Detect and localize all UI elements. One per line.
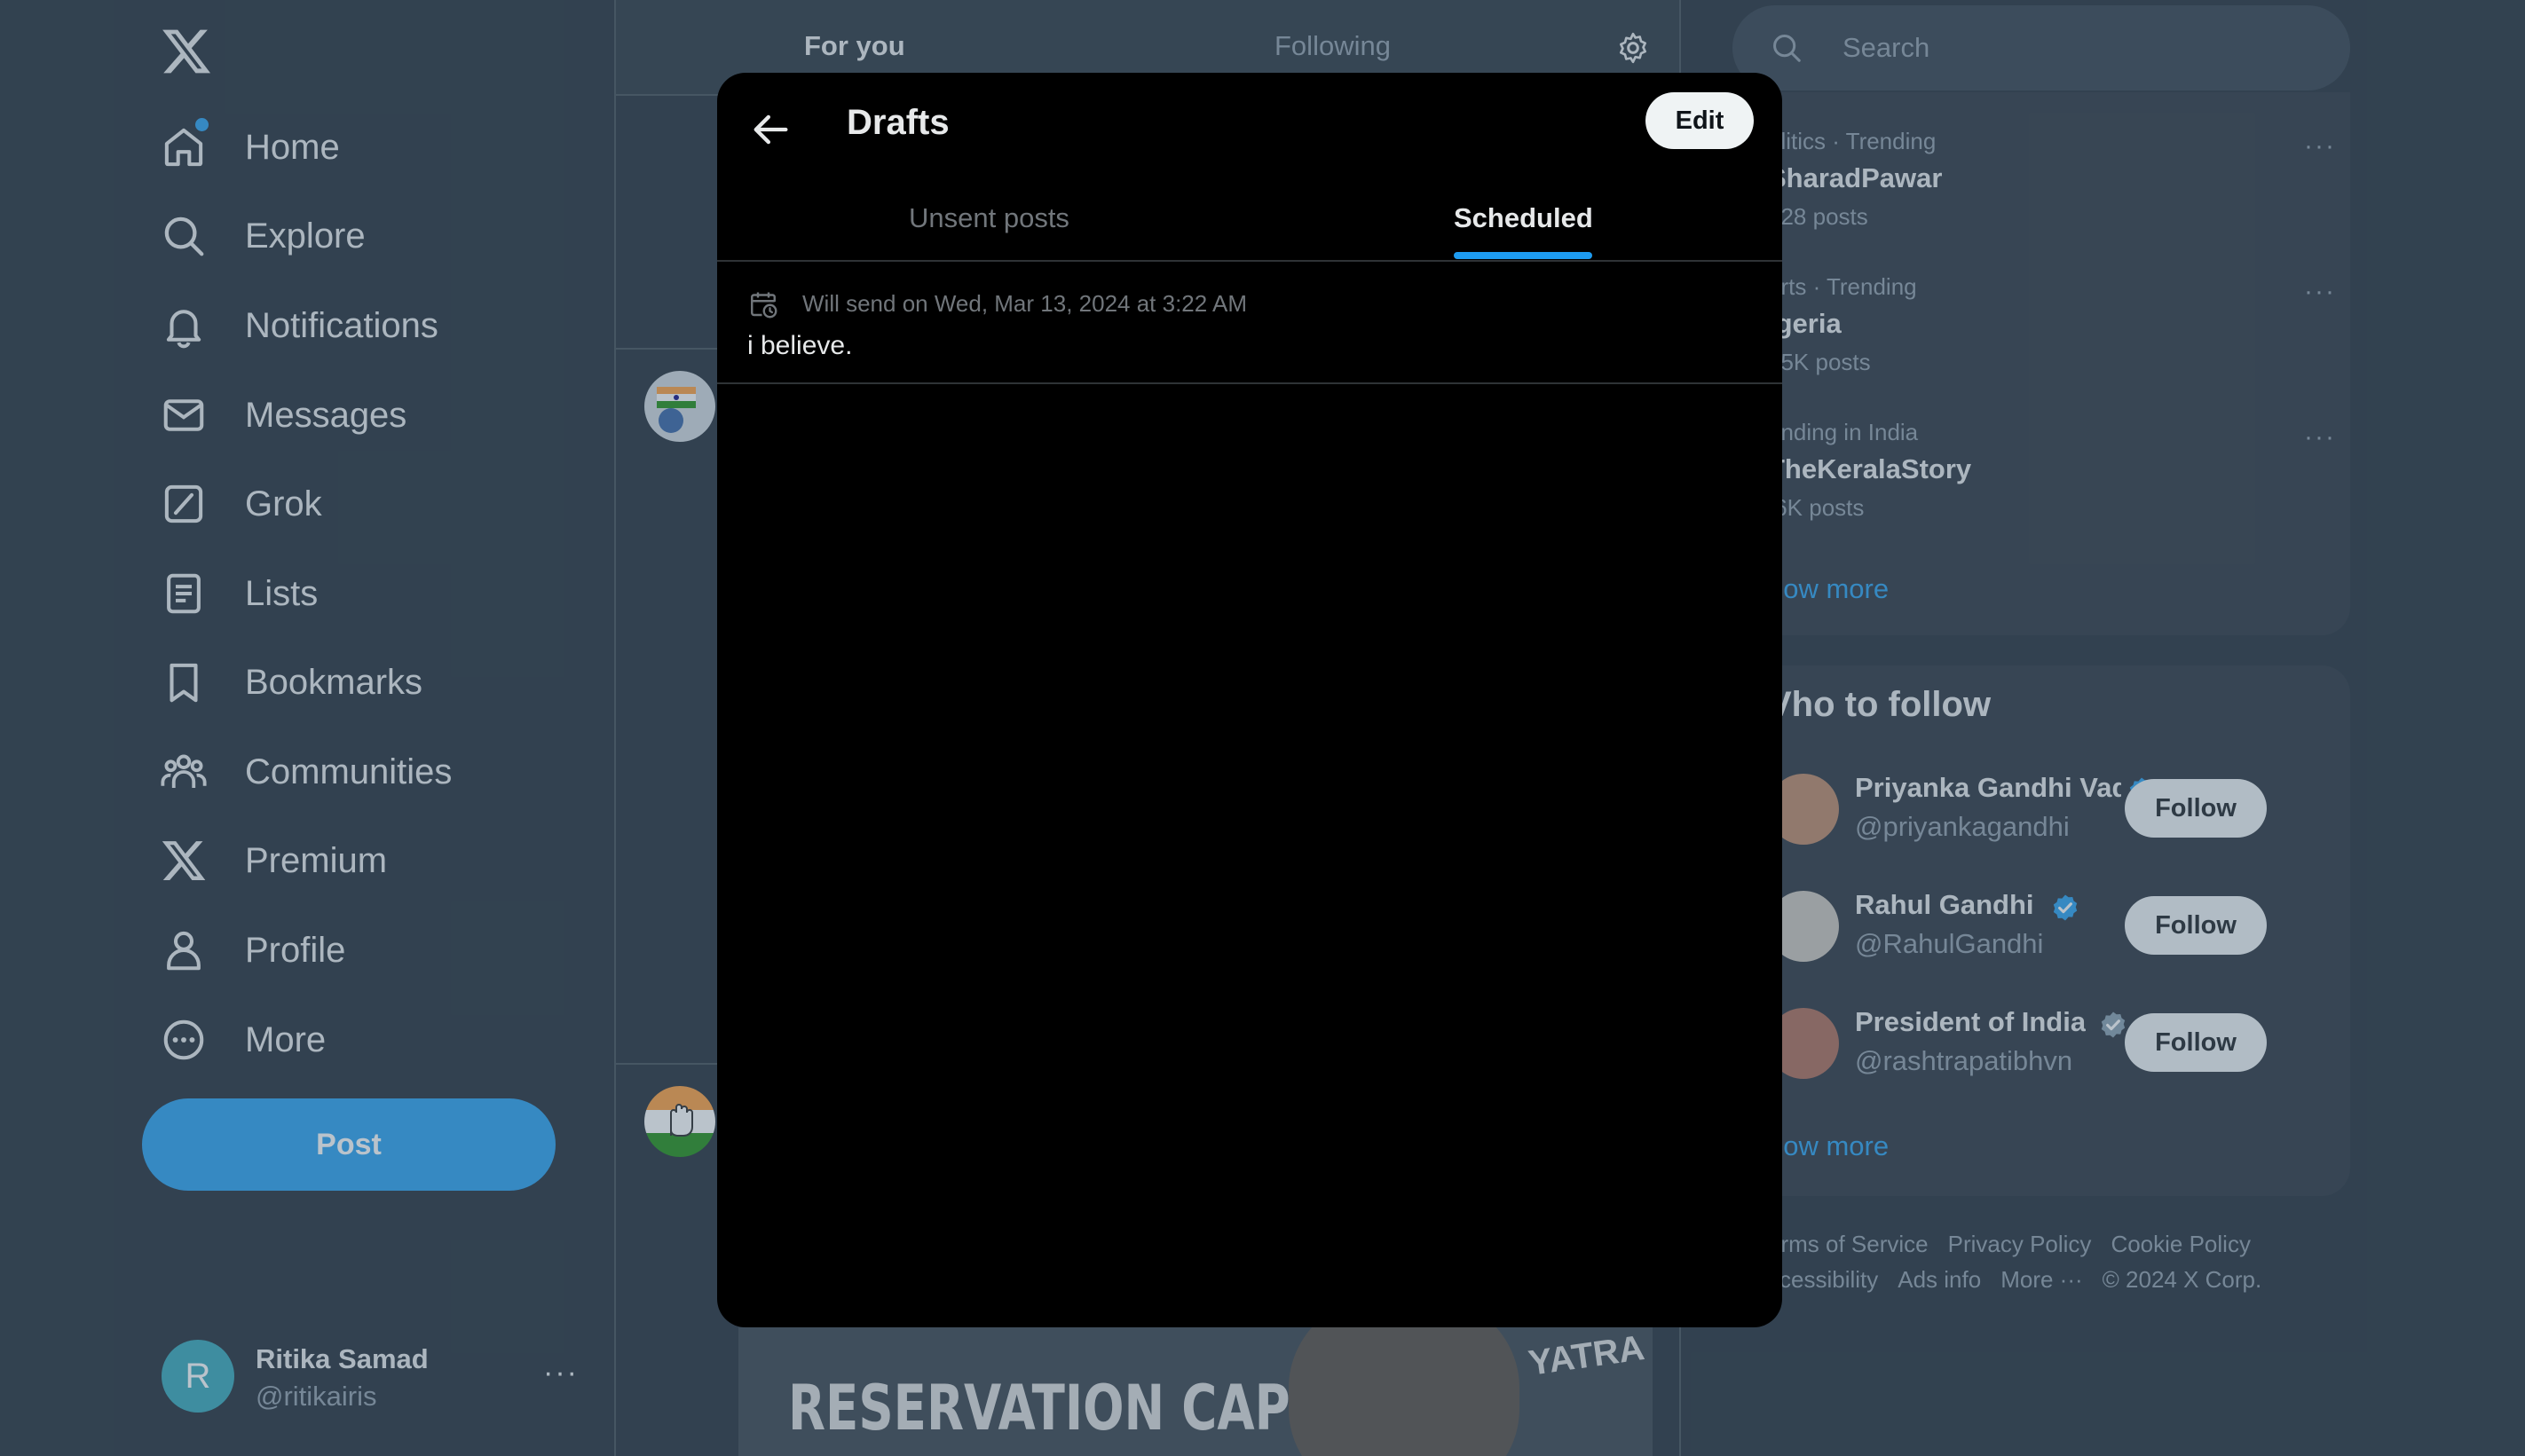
edit-button[interactable]: Edit — [1645, 92, 1754, 149]
back-arrow-icon[interactable] — [747, 106, 793, 153]
active-tab-indicator — [1454, 252, 1592, 259]
modal-title: Drafts — [847, 103, 950, 142]
schedule-time: Will send on Wed, Mar 13, 2024 at 3:22 A… — [802, 290, 1248, 317]
drafts-modal: Drafts Edit Unsent posts Scheduled Will … — [717, 73, 1782, 1327]
draft-text: i believe. — [747, 331, 853, 360]
scheduled-post-item[interactable]: Will send on Wed, Mar 13, 2024 at 3:22 A… — [717, 262, 1782, 384]
tab-unsent-posts[interactable]: Unsent posts — [909, 202, 1069, 234]
calendar-clock-icon — [747, 288, 779, 320]
tab-scheduled[interactable]: Scheduled — [1454, 202, 1593, 234]
